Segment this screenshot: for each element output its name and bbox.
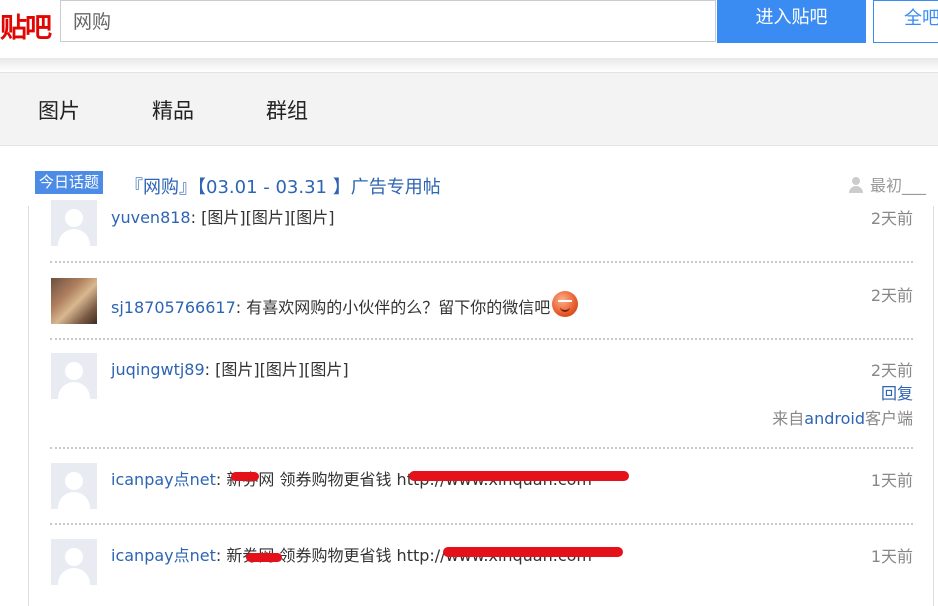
post-content: sj18705766617: 有喜欢网购的小伙伴的么？留下你的微信吧 [111,291,579,318]
top-bar: 贴吧 网购 进入贴吧 全吧 [0,0,938,60]
post-list: yuven818: [图片][图片][图片] 2天前 sj18705766617… [28,200,934,606]
tab-featured[interactable]: 精品 [152,95,194,125]
redaction-mark [409,471,629,481]
avatar[interactable] [51,463,97,509]
post-author[interactable]: juqingwtj89 [111,360,205,379]
post-author[interactable]: icanpay点net [111,470,216,489]
list-item[interactable]: yuven818: [图片][图片][图片] 2天前 [50,200,913,250]
post-author[interactable]: icanpay点net [111,546,216,565]
search-all-button[interactable]: 全吧 [873,0,938,43]
search-input[interactable]: 网购 [60,0,716,42]
list-item[interactable]: juqingwtj89: [图片][图片][图片] 2天前 回复 来自andro… [50,353,913,433]
user-icon [848,177,864,193]
divider [50,338,913,340]
tieba-logo[interactable]: 贴吧 [0,6,52,45]
header-shadow [0,58,938,72]
post-time: 2天前 [870,209,913,228]
list-item[interactable]: icanpay点net: 新券网 领券购物更省钱 http://www.xinq… [50,463,913,513]
reply-link[interactable]: 回复 [881,380,913,404]
client-source: 来自android客户端 [772,405,913,429]
post-content: yuven818: [图片][图片][图片] [111,208,335,227]
list-item[interactable]: icanpay点net: 新券网 领券购物更省钱 http://www.xinq… [50,539,913,589]
redaction-mark [246,553,282,562]
topic-title-link[interactable]: 『网购』【03.01 - 03.31 】广告专用帖 [125,173,441,199]
post-time: 2天前 [870,286,913,305]
post-text: [图片][图片][图片] [215,360,349,379]
redaction-mark [231,472,259,481]
enter-forum-button[interactable]: 进入贴吧 [717,0,866,43]
client-suffix: 客户端 [864,409,913,428]
avatar[interactable] [51,278,97,324]
tab-images[interactable]: 图片 [38,95,80,125]
client-prefix: 来自 [772,409,805,428]
divider [50,261,913,263]
post-time: 1天前 [870,547,913,566]
post-author[interactable]: yuven818 [111,208,191,227]
post-time: 2天前 [870,361,913,380]
search-input-value: 网购 [73,11,112,33]
post-text: [图片][图片][图片] [201,208,335,227]
tab-groups[interactable]: 群组 [266,95,308,125]
divider [50,447,913,449]
topic-badge: 今日话题 [35,171,104,194]
smile-emoji-icon [552,291,579,317]
redaction-mark [443,547,623,557]
earliest-label: 最初___ [870,176,927,195]
post-text: 有喜欢网购的小伙伴的么？留下你的微信吧 [246,298,551,317]
list-item[interactable]: sj18705766617: 有喜欢网购的小伙伴的么？留下你的微信吧 2天前 [50,277,913,327]
avatar[interactable] [51,200,97,246]
android-client-link[interactable]: android [804,409,865,428]
post-author[interactable]: sj18705766617 [111,298,236,317]
divider [50,523,913,525]
post-content: juqingwtj89: [图片][图片][图片] [111,360,349,379]
earliest-sort[interactable]: 最初___ [848,172,926,196]
post-time: 1天前 [870,471,913,490]
avatar[interactable] [51,353,97,399]
avatar[interactable] [51,539,97,585]
forum-nav: 图片 精品 群组 [0,72,938,146]
